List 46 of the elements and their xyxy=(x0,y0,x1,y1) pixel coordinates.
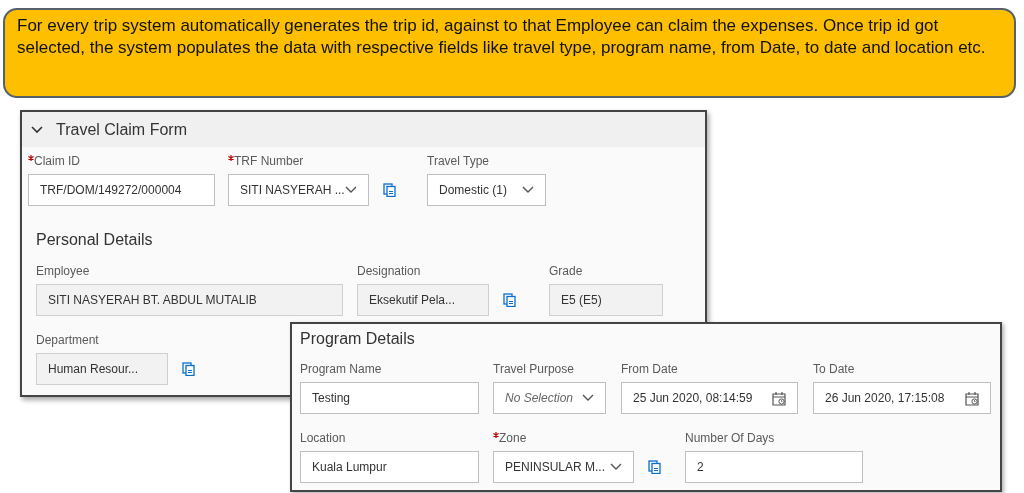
chevron-down-icon xyxy=(582,394,594,402)
value-help-icon[interactable] xyxy=(182,362,195,376)
readonly-field[interactable]: Human Resour... xyxy=(36,353,168,385)
date-picker[interactable]: 25 Jun 2020, 08:14:59 xyxy=(621,382,798,414)
dropdown[interactable]: No Selection xyxy=(493,382,606,414)
field-label: Employee xyxy=(36,264,90,278)
chevron-down-icon xyxy=(31,125,43,134)
field-label: Claim ID xyxy=(28,154,80,168)
readonly-field[interactable]: Eksekutif Pela... xyxy=(357,284,489,316)
dropdown[interactable]: SITI NASYERAH ... xyxy=(228,174,369,206)
input-field[interactable]: Testing xyxy=(300,382,479,414)
panel-title: Program Details xyxy=(300,329,416,349)
required-icon xyxy=(28,155,34,161)
required-icon xyxy=(493,432,499,438)
field-label: To Date xyxy=(813,362,855,376)
date-picker[interactable]: 26 Jun 2020, 17:15:08 xyxy=(813,382,991,414)
input-field[interactable]: Kuala Lumpur xyxy=(300,451,479,483)
chevron-down-icon xyxy=(610,463,622,471)
input-field[interactable]: TRF/DOM/149272/000004 xyxy=(28,174,215,206)
chevron-down-icon xyxy=(522,186,534,194)
field-label: Travel Purpose xyxy=(493,362,574,376)
field-label: Number Of Days xyxy=(685,431,775,445)
chevron-down-icon xyxy=(345,186,357,194)
callout-note: For every trip system automatically generates the trip id, against to that Employee can claim the expenses. Once trip id got selected, the system populates the data with respective fields like travel type, program name, from Date, to date and location etc. xyxy=(3,8,1016,98)
field-label: From Date xyxy=(621,362,678,376)
readonly-field[interactable]: SITI NASYERAH BT. ABDUL MUTALIB xyxy=(36,284,343,316)
field-label: Location xyxy=(300,431,346,445)
required-icon xyxy=(228,155,234,161)
field-label: Grade xyxy=(549,264,583,278)
value-help-icon[interactable] xyxy=(648,460,661,474)
value-help-icon[interactable] xyxy=(383,183,396,197)
value-help-icon[interactable] xyxy=(503,293,516,307)
field-label: Travel Type xyxy=(427,154,490,168)
calendar-icon[interactable] xyxy=(772,390,786,406)
field-label: Zone xyxy=(493,431,527,445)
dropdown[interactable]: PENINSULAR M... xyxy=(493,451,634,483)
calendar-icon[interactable] xyxy=(965,390,979,406)
input-field[interactable]: 2 xyxy=(685,451,863,483)
field-label: Program Name xyxy=(300,362,382,376)
field-label: Department xyxy=(36,333,99,347)
readonly-field[interactable]: E5 (E5) xyxy=(549,284,663,316)
panel-title: Travel Claim Form xyxy=(56,120,187,139)
section-title: Personal Details xyxy=(36,230,154,250)
field-label: TRF Number xyxy=(228,154,304,168)
field-label: Designation xyxy=(357,264,421,278)
dropdown[interactable]: Domestic (1) xyxy=(427,174,546,206)
